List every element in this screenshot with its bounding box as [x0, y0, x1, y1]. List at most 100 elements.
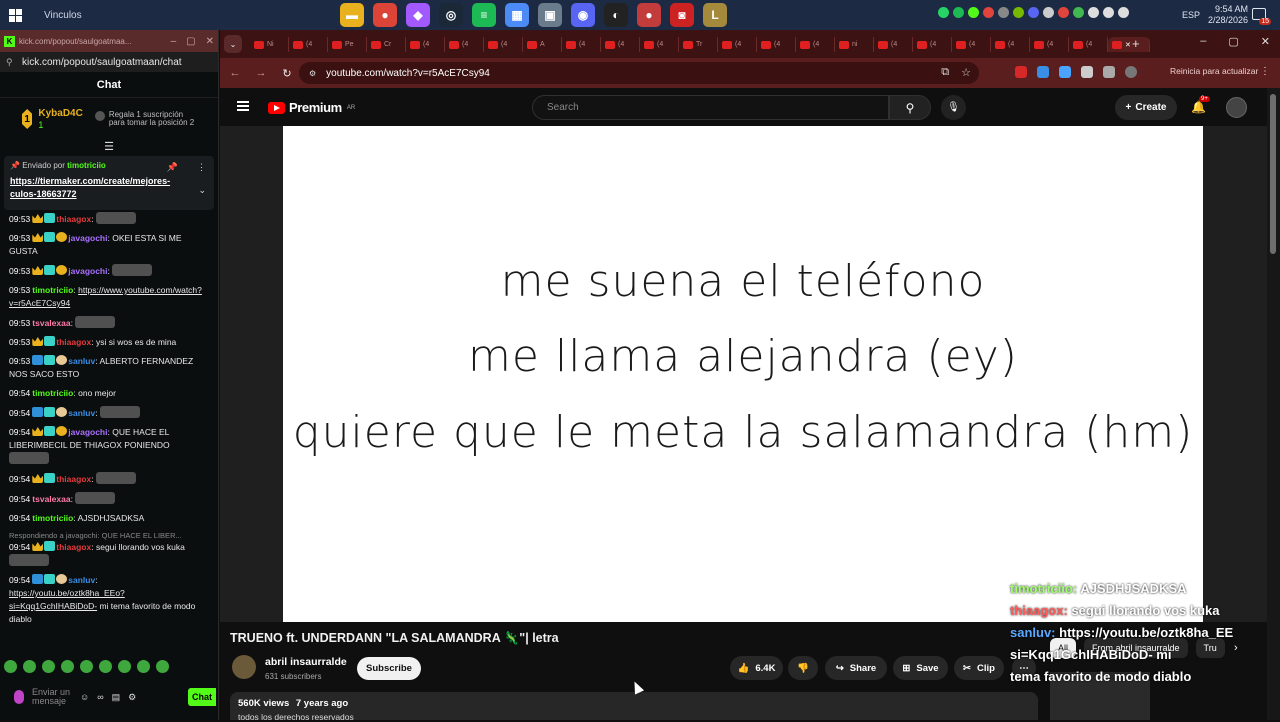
tray-app-icon[interactable] [1073, 7, 1084, 18]
sub-badge-icon[interactable] [44, 473, 56, 483]
minimize-icon[interactable]: – [1200, 35, 1206, 48]
message-username[interactable]: thiaagox [56, 337, 91, 347]
message-username[interactable]: timotriciio [32, 388, 73, 398]
minimize-icon[interactable]: – [171, 36, 177, 47]
browser-tab[interactable]: (4 [718, 37, 757, 52]
forward-icon[interactable]: → [250, 67, 272, 79]
message-username[interactable]: timotriciio [32, 513, 73, 523]
sub-badge-icon[interactable] [44, 541, 56, 551]
language-indicator[interactable]: ESP [1182, 10, 1200, 20]
browser-tab[interactable]: (4 [913, 37, 952, 52]
message-username[interactable]: javagochi [68, 266, 107, 276]
tray-steam-icon[interactable] [998, 7, 1009, 18]
browser-tab[interactable]: (4 [796, 37, 835, 52]
vip-badge-icon[interactable] [32, 574, 44, 584]
channel-avatar[interactable] [232, 655, 256, 679]
like-button[interactable]: 👍 6.4K [730, 656, 783, 680]
scrollbar-thumb[interactable] [1270, 94, 1276, 254]
menu-icon[interactable] [237, 101, 249, 111]
sub-badge-icon[interactable] [44, 426, 56, 436]
file-explorer-icon[interactable]: ▬ [340, 3, 364, 27]
whatsapp-icon[interactable] [938, 7, 949, 18]
active-tab[interactable]: ✕ [1108, 37, 1150, 52]
save-button[interactable]: ⊞ Save [893, 656, 948, 680]
gift-badge-icon[interactable] [56, 232, 68, 242]
sub-badge-icon[interactable] [44, 265, 56, 275]
install-icon[interactable]: ⧉ [941, 66, 949, 79]
emote-icon[interactable] [61, 660, 74, 673]
quick-emotes-icon[interactable]: ∞ [97, 692, 103, 702]
tab-search-icon[interactable]: ⌄ [224, 35, 242, 53]
create-button[interactable]: + Create [1115, 95, 1177, 120]
browser-tab[interactable]: (4 [952, 37, 991, 52]
emote-image[interactable] [9, 452, 49, 464]
message-username[interactable]: sanluv [68, 356, 95, 366]
discord-icon[interactable]: ◉ [571, 3, 595, 27]
browser-tab[interactable]: Pe [328, 37, 367, 52]
message-username[interactable]: sanluv [68, 408, 95, 418]
emote-image[interactable] [112, 264, 153, 276]
browser-tab[interactable]: Cr [367, 37, 406, 52]
emote-icon[interactable] [118, 660, 131, 673]
chrome-icon[interactable]: ● [373, 3, 397, 27]
message-username[interactable]: javagochi [68, 233, 107, 243]
dislike-button[interactable]: 👎 [788, 656, 818, 680]
pinned-link[interactable]: https://tiermaker.com/create/mejores-cul… [10, 175, 190, 201]
search-icon[interactable]: ⚲ [889, 95, 931, 120]
message-username[interactable]: tsvalexaa [32, 318, 70, 328]
calendar-icon[interactable]: ▦ [505, 3, 529, 27]
reading-list-icon[interactable] [1103, 66, 1115, 78]
emote-image[interactable] [99, 406, 140, 418]
profile-icon[interactable] [1125, 66, 1137, 78]
restart-to-update[interactable]: Reinicia para actualizar [1170, 66, 1258, 76]
chat-input[interactable]: Enviar un mensaje ☺ ∞ ▤ ⚙ Chat [4, 682, 216, 712]
site-settings-icon[interactable]: ⚙ [309, 69, 316, 78]
sub-badge-icon[interactable] [44, 213, 56, 223]
crown-badge-icon[interactable] [32, 214, 44, 223]
spotify-icon[interactable]: ≡ [472, 3, 496, 27]
gift-badge-icon[interactable] [56, 426, 68, 436]
wifi-icon[interactable] [1088, 7, 1099, 18]
youtube-logo[interactable]: Premium AR [268, 100, 355, 115]
tray-red-icon[interactable] [983, 7, 994, 18]
crown-badge-icon[interactable] [32, 474, 44, 483]
browser-tab[interactable]: (4 [991, 37, 1030, 52]
video-player[interactable]: me suena el teléfono me llama alejandra … [220, 126, 1267, 622]
chevron-down-icon[interactable]: ⌄ [198, 185, 206, 196]
kick-address-bar[interactable]: ⚲ kick.com/popout/saulgoatmaan/chat [0, 52, 218, 72]
hand-badge-icon[interactable] [56, 355, 68, 365]
emote-icon[interactable] [99, 660, 112, 673]
browser-tab[interactable]: (4 [289, 37, 328, 52]
obs-icon[interactable]: ◐ [604, 3, 628, 27]
sub-badge-icon[interactable] [44, 574, 56, 584]
steam-icon[interactable]: ◎ [439, 3, 463, 27]
chrome-menu-icon[interactable]: ⋮ [1260, 66, 1270, 77]
record-icon[interactable] [1058, 7, 1069, 18]
tab-close-icon[interactable]: ✕ [1125, 41, 1131, 49]
message-username[interactable]: javagochi [68, 427, 107, 437]
browser-tab[interactable]: (4 [1030, 37, 1069, 52]
store-icon[interactable]: ▤ [112, 692, 121, 703]
extension-icon[interactable] [1015, 66, 1027, 78]
emote-icon[interactable] [156, 660, 169, 673]
pinned-by-user[interactable]: timotriciio [67, 161, 106, 170]
start-button[interactable] [0, 0, 30, 30]
extension-icon[interactable] [1037, 66, 1049, 78]
browser-tab[interactable]: ni [835, 37, 874, 52]
nvidia-icon[interactable] [1013, 7, 1024, 18]
chat-input-placeholder[interactable]: Enviar un mensaje [32, 688, 72, 706]
browser-tab[interactable]: (4 [406, 37, 445, 52]
maximize-icon[interactable]: ▢ [186, 36, 195, 47]
back-icon[interactable]: ← [224, 67, 246, 79]
crown-badge-icon[interactable] [32, 427, 44, 436]
notification-center-icon[interactable]: 15 [1252, 8, 1271, 25]
figma-icon[interactable]: ◆ [406, 3, 430, 27]
gallery-icon[interactable]: ▣ [538, 3, 562, 27]
message-username[interactable]: thiaagox [56, 542, 91, 552]
monitor-icon[interactable] [1103, 7, 1114, 18]
browser-tab[interactable]: (4 [562, 37, 601, 52]
reload-icon[interactable]: ↻ [276, 67, 298, 80]
emote-icon[interactable] [42, 660, 55, 673]
crown-badge-icon[interactable] [32, 542, 44, 551]
tray-discord-icon[interactable] [1028, 7, 1039, 18]
